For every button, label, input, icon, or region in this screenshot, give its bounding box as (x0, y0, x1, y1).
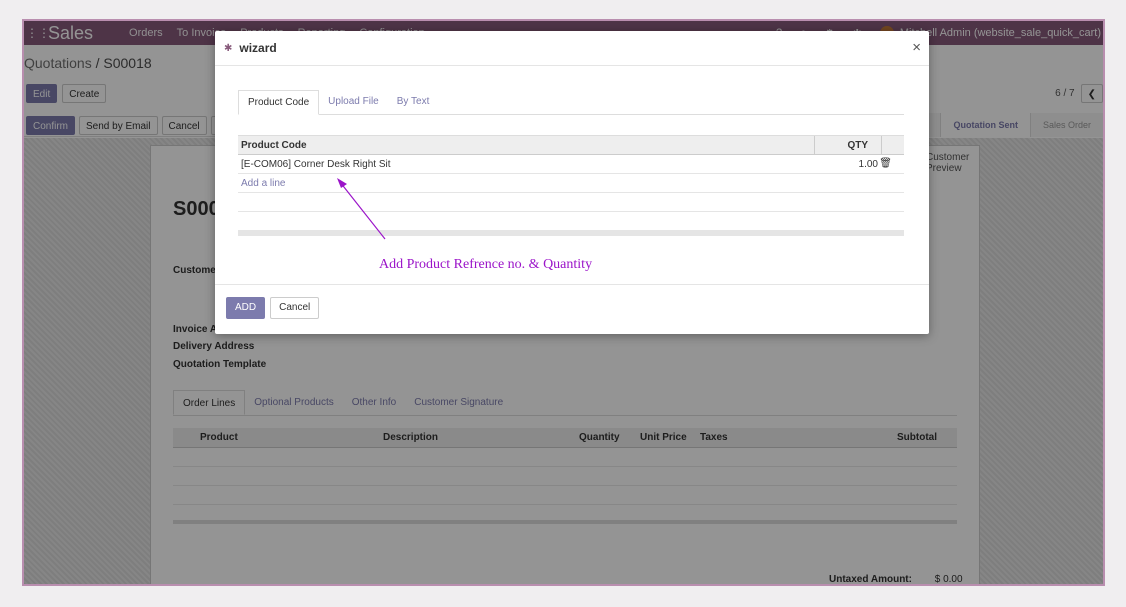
wizard-dialog: ✱ wizard × Product Code Upload File By T… (215, 31, 929, 334)
app-frame: ⋮⋮ Sales Orders To Invoice Products Repo… (22, 19, 1105, 586)
dialog-footer: ADD Cancel (215, 284, 929, 334)
add-button[interactable]: ADD (226, 297, 266, 319)
cancel-button[interactable]: Cancel (270, 297, 320, 319)
annotation-text: Add Product Refrence no. & Quantity (379, 257, 593, 272)
